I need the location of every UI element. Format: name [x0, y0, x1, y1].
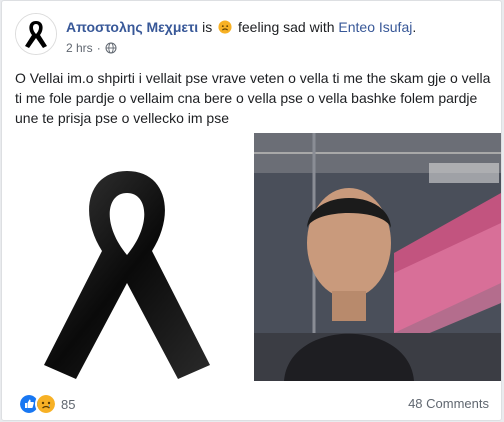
header-period: .	[412, 19, 417, 35]
reaction-count: 85	[61, 396, 76, 412]
post-time[interactable]: 2 hrs	[66, 41, 93, 55]
feeling-text: feeling sad with	[238, 19, 335, 35]
black-ribbon-image[interactable]	[2, 133, 256, 381]
reactions-summary[interactable]: 85	[18, 393, 75, 415]
sad-icon	[35, 393, 57, 415]
post-meta: 2 hrs ·	[66, 41, 117, 55]
man-portrait-photo[interactable]	[254, 133, 501, 381]
author-name[interactable]: Αποστολης Μεχμετι	[66, 19, 198, 35]
is-text: is	[202, 19, 213, 35]
post-body-text: O Vellai im.o shpirti i vellait pse vrav…	[15, 70, 491, 126]
post-media[interactable]	[2, 133, 501, 381]
meta-separator: ·	[96, 41, 101, 55]
author-avatar[interactable]	[15, 13, 57, 55]
sad-face-emoji-icon	[218, 20, 232, 34]
globe-icon[interactable]	[105, 42, 117, 54]
black-ribbon-avatar-image	[16, 14, 56, 54]
black-ribbon-graphic	[44, 171, 210, 379]
airport-background-photo	[254, 133, 501, 381]
tagged-person-link[interactable]: Enteo Isufaj	[338, 19, 412, 35]
post-card: Αποστολης Μεχμετι is feeling sad with En…	[1, 0, 502, 421]
post-header: Αποστολης Μεχμετι is feeling sad with En…	[66, 19, 416, 35]
comments-count-link[interactable]: 48 Comments	[408, 396, 489, 411]
